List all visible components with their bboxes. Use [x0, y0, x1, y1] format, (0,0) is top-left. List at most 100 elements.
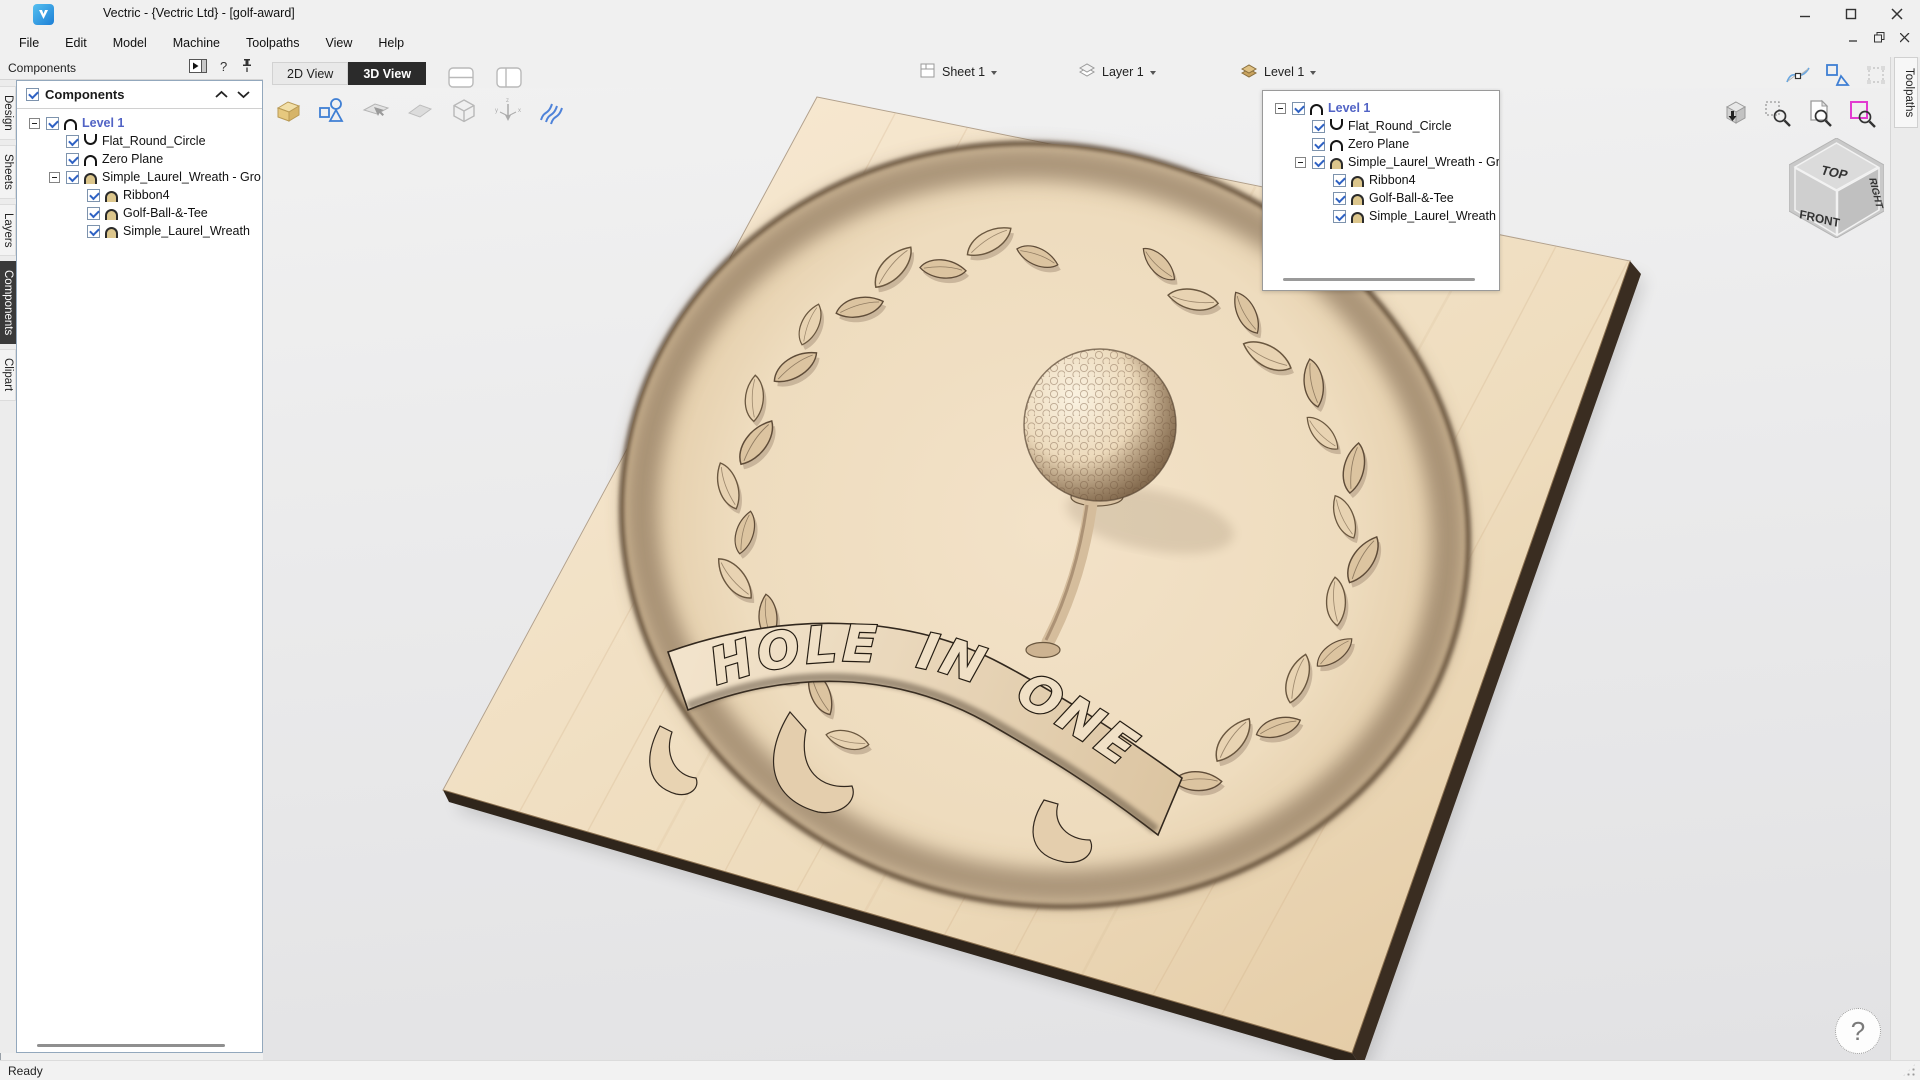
left-vertical-tab[interactable]: Clipart — [0, 349, 16, 400]
material-block-icon[interactable] — [273, 96, 303, 126]
help-icon[interactable]: ? — [218, 59, 230, 78]
visibility-checkbox[interactable] — [1312, 138, 1325, 151]
expand-toggle-icon[interactable] — [29, 118, 40, 129]
expand-toggle-icon[interactable] — [1295, 157, 1306, 168]
menu-item[interactable]: Help — [365, 31, 417, 55]
selector-icon — [920, 63, 936, 81]
menu-item[interactable]: View — [313, 31, 366, 55]
tree-item[interactable]: Level 1 — [1263, 99, 1499, 117]
selector-icon — [1078, 63, 1096, 81]
tree-item[interactable]: Flat_Round_Circle — [17, 132, 262, 150]
resize-grip[interactable] — [1902, 1063, 1916, 1077]
dropdown-selector[interactable]: Sheet 1 — [920, 63, 997, 81]
component-icon — [1310, 104, 1323, 115]
component-icon — [105, 191, 118, 202]
menu-item[interactable]: Model — [100, 31, 160, 55]
left-vertical-tab[interactable]: Layers — [0, 204, 16, 257]
left-vertical-tab[interactable]: Components — [0, 261, 16, 344]
menu-bar: FileEditModelMachineToolpathsViewHelp — [0, 28, 1920, 57]
menu-item[interactable]: Toolpaths — [233, 31, 313, 55]
help-button[interactable]: ? — [1835, 1008, 1881, 1054]
axis-icon: zyx — [493, 96, 523, 126]
edit-nodes-icon[interactable] — [1783, 60, 1813, 90]
component-icon — [64, 119, 77, 130]
view-tab[interactable]: 3D View — [348, 62, 426, 85]
component-icon — [1351, 212, 1364, 223]
visibility-checkbox[interactable] — [66, 153, 79, 166]
expand-toggle-icon[interactable] — [49, 172, 60, 183]
view-cube[interactable]: TOP FRONT RIGHT — [1789, 138, 1884, 238]
3d-view-canvas[interactable]: HOLE IN ONE zyx — [263, 88, 1890, 1060]
tree-item[interactable]: Simple_Laurel_Wreath — [1263, 207, 1499, 225]
visibility-checkbox[interactable] — [1333, 210, 1346, 223]
visibility-checkbox[interactable] — [87, 225, 100, 238]
chevron-down-icon[interactable] — [237, 86, 250, 104]
title-bar: Vectric - {Vectric Ltd} - [golf-award] — [0, 0, 1920, 28]
visibility-checkbox[interactable] — [66, 171, 79, 184]
tree-item[interactable]: Ribbon4 — [17, 186, 262, 204]
expand-toggle-icon[interactable] — [1275, 103, 1286, 114]
visibility-checkbox[interactable] — [66, 135, 79, 148]
visibility-checkbox[interactable] — [1333, 174, 1346, 187]
canvas-tool-icons: zyx — [273, 96, 567, 126]
components-visibility-checkbox[interactable] — [26, 88, 39, 101]
right-panel-strip: Toolpaths — [1890, 57, 1920, 1060]
pin-icon[interactable] — [241, 58, 253, 78]
components-tree: Level 1 Flat_Round_Circle Zero Plane — [17, 109, 262, 240]
dropdown-selector[interactable]: Level 1 — [1240, 63, 1316, 81]
visibility-checkbox[interactable] — [1312, 156, 1325, 169]
tree-item[interactable]: Simple_Laurel_Wreath - Gro — [17, 168, 262, 186]
tree-item[interactable]: Golf-Ball-&-Tee — [1263, 189, 1499, 207]
visibility-checkbox[interactable] — [87, 189, 100, 202]
mdi-restore-icon[interactable] — [1874, 30, 1885, 48]
golf-award-render: HOLE IN ONE — [263, 88, 1890, 1060]
menu-item[interactable]: Edit — [52, 31, 100, 55]
tree-item[interactable]: Zero Plane — [17, 150, 262, 168]
horizontal-scrollbar[interactable] — [37, 1044, 225, 1047]
snap-grid-icon — [1861, 60, 1891, 90]
mdi-close-icon[interactable] — [1900, 30, 1910, 48]
visibility-checkbox[interactable] — [1292, 102, 1305, 115]
component-icon — [84, 134, 97, 145]
view-tab[interactable]: 2D View — [272, 62, 348, 85]
horizontal-scrollbar[interactable] — [1283, 278, 1475, 281]
components-tree-panel: Components Level 1 Flat_Ro — [16, 80, 263, 1053]
minimize-button[interactable] — [1782, 0, 1828, 28]
panel-title: Components — [8, 61, 76, 75]
toolpaths-tab[interactable]: Toolpaths — [1894, 57, 1918, 128]
svg-text:z: z — [506, 98, 509, 104]
tree-item[interactable]: Simple_Laurel_Wreath — [17, 222, 262, 240]
zoom-selection-icon[interactable] — [1763, 98, 1793, 128]
close-button[interactable] — [1874, 0, 1920, 28]
plane-icon — [405, 96, 435, 126]
visibility-checkbox[interactable] — [1312, 120, 1325, 133]
mdi-minimize-icon[interactable] — [1849, 30, 1859, 48]
left-vertical-tab[interactable]: Sheets — [0, 145, 16, 199]
floating-components-panel[interactable]: Level 1 Flat_Round_Circle Zero Plane — [1262, 90, 1500, 291]
selector-icon — [1240, 63, 1258, 81]
tree-item[interactable]: Simple_Laurel_Wreath - Gro — [1263, 153, 1499, 171]
left-vertical-tab[interactable]: Design — [0, 86, 16, 140]
transform-icon[interactable] — [1822, 60, 1852, 90]
iso-view-cube-icon[interactable] — [1721, 98, 1751, 128]
visibility-checkbox[interactable] — [87, 207, 100, 220]
tree-item[interactable]: Level 1 — [17, 114, 262, 132]
menu-item[interactable]: File — [6, 31, 52, 55]
zoom-material-icon[interactable] — [1847, 98, 1877, 128]
draw-shapes-icon[interactable] — [317, 96, 347, 126]
zoom-drawing-icon[interactable] — [1805, 98, 1835, 128]
toolpath-waves-icon[interactable] — [537, 96, 567, 126]
dropdown-selector[interactable]: Layer 1 — [1078, 63, 1156, 81]
tree-item[interactable]: Golf-Ball-&-Tee — [17, 204, 262, 222]
visibility-checkbox[interactable] — [46, 117, 59, 130]
vectric-logo — [33, 4, 54, 25]
collapse-panel-icon[interactable] — [189, 59, 207, 78]
components-tree-header: Components — [17, 81, 262, 109]
tree-item[interactable]: Flat_Round_Circle — [1263, 117, 1499, 135]
tree-item[interactable]: Ribbon4 — [1263, 171, 1499, 189]
tree-item[interactable]: Zero Plane — [1263, 135, 1499, 153]
visibility-checkbox[interactable] — [1333, 192, 1346, 205]
menu-item[interactable]: Machine — [160, 31, 233, 55]
chevron-up-icon[interactable] — [215, 86, 228, 104]
maximize-button[interactable] — [1828, 0, 1874, 28]
